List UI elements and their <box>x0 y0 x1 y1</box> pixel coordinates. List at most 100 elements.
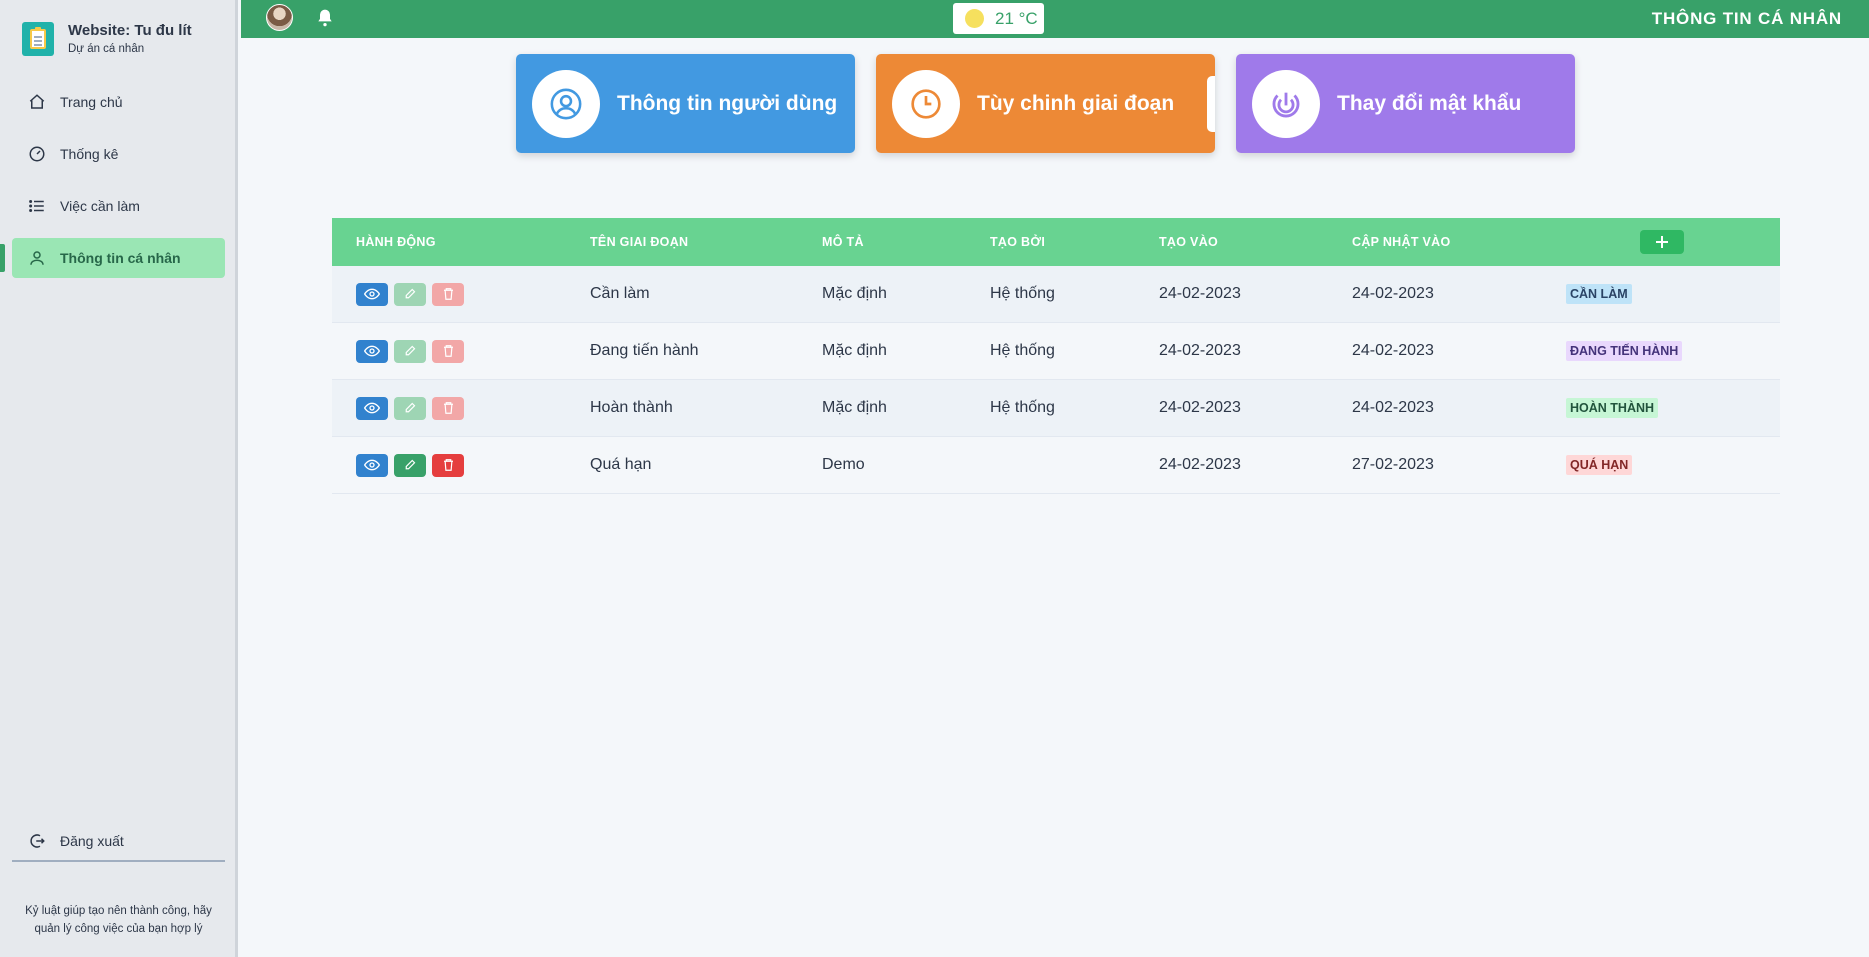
logout-button[interactable]: Đăng xuất <box>12 822 225 862</box>
home-icon <box>28 93 46 111</box>
row-actions <box>356 453 470 477</box>
sidebar-item-label: Trang chủ <box>60 94 123 110</box>
stage-name: Quá hạn <box>590 456 652 473</box>
clock-icon <box>892 69 960 138</box>
table-header: HÀNH ĐỘNG TÊN GIAI ĐOẠN MÔ TẢ TẠO BỞI TẠ… <box>332 218 1780 266</box>
sun-icon <box>965 9 984 28</box>
status-badge: HOÀN THÀNH <box>1566 398 1659 418</box>
view-button[interactable] <box>356 396 388 420</box>
eye-icon <box>364 345 380 357</box>
logout-label: Đăng xuất <box>60 833 124 849</box>
view-button[interactable] <box>356 339 388 363</box>
pencil-icon <box>405 288 416 299</box>
row-actions <box>356 396 470 420</box>
edit-button <box>394 339 426 363</box>
table-row: Hoàn thành Mặc định Hệ thống 24-02-2023 … <box>332 380 1780 437</box>
edit-button <box>394 396 426 420</box>
sidebar-item-stats[interactable]: Thống kê <box>12 134 225 174</box>
card-label: Thông tin người dùng <box>617 91 838 115</box>
logout-icon <box>28 832 46 850</box>
list-icon <box>28 197 46 215</box>
delete-button[interactable] <box>432 453 464 477</box>
sidebar-item-profile[interactable]: Thông tin cá nhân <box>0 238 225 278</box>
stage-name: Hoàn thành <box>590 399 673 416</box>
stage-description: Mặc định <box>822 399 887 416</box>
pencil-icon <box>405 459 416 470</box>
pencil-icon <box>405 402 416 413</box>
stage-description: Demo <box>822 456 865 473</box>
stages-table: HÀNH ĐỘNG TÊN GIAI ĐOẠN MÔ TẢ TẠO BỞI TẠ… <box>332 218 1780 494</box>
sidebar-item-home[interactable]: Trang chủ <box>12 82 225 122</box>
stage-updated-at: 27-02-2023 <box>1352 456 1434 473</box>
stage-description: Mặc định <box>822 342 887 359</box>
change-password-card[interactable]: Thay đổi mật khẩu <box>1236 54 1575 153</box>
eye-icon <box>364 402 380 414</box>
stage-created-by: Hệ thống <box>990 399 1055 416</box>
topbar: 21 °C THÔNG TIN CÁ NHÂN <box>241 0 1869 38</box>
temperature: 21 °C <box>995 8 1038 28</box>
table-row: Đang tiến hành Mặc định Hệ thống 24-02-2… <box>332 323 1780 380</box>
status-badge: CẦN LÀM <box>1566 284 1632 304</box>
sidebar-item-label: Việc cần làm <box>60 198 140 214</box>
sidebar-item-todo[interactable]: Việc cần làm <box>12 186 225 226</box>
stage-created-at: 24-02-2023 <box>1159 399 1241 416</box>
card-tab <box>1207 76 1215 132</box>
header-updated-at[interactable]: CẬP NHẬT VÀO <box>1352 235 1451 249</box>
stage-updated-at: 24-02-2023 <box>1352 399 1434 416</box>
card-label: Tùy chinh giai đoạn <box>977 91 1175 115</box>
fingerprint-icon <box>1252 69 1320 138</box>
status-badge: QUÁ HẠN <box>1566 455 1633 475</box>
stage-created-by: Hệ thống <box>990 342 1055 359</box>
view-button[interactable] <box>356 282 388 306</box>
eye-icon <box>364 288 380 300</box>
delete-button <box>432 396 464 420</box>
add-stage-button[interactable] <box>1640 230 1684 254</box>
stage-description: Mặc định <box>822 285 887 302</box>
user-info-card[interactable]: Thông tin người dùng <box>516 54 855 153</box>
user-circle-icon <box>532 69 600 138</box>
avatar[interactable] <box>266 4 293 31</box>
status-badge: ĐANG TIẾN HÀNH <box>1566 341 1683 361</box>
table-row: Cần làm Mặc định Hệ thống 24-02-2023 24-… <box>332 266 1780 323</box>
row-actions <box>356 282 470 306</box>
stage-created-at: 24-02-2023 <box>1159 342 1241 359</box>
header-name[interactable]: TÊN GIAI ĐOẠN <box>590 235 688 249</box>
user-icon <box>28 249 46 267</box>
brand-subtitle: Dự án cá nhân <box>68 43 145 55</box>
stage-name: Đang tiến hành <box>590 342 699 359</box>
stage-updated-at: 24-02-2023 <box>1352 342 1434 359</box>
header-actions: HÀNH ĐỘNG <box>356 235 436 249</box>
edit-button <box>394 282 426 306</box>
sidebar-item-label: Thống kê <box>60 146 119 162</box>
eye-icon <box>364 459 380 471</box>
brand[interactable]: Website: Tu đu lít Dự án cá nhân <box>22 22 192 56</box>
brand-title: Website: Tu đu lít <box>68 22 192 39</box>
row-actions <box>356 339 470 363</box>
bell-icon[interactable] <box>315 8 335 28</box>
stage-created-at: 24-02-2023 <box>1159 285 1241 302</box>
trash-icon <box>443 402 453 414</box>
stage-created-by: Hệ thống <box>990 285 1055 302</box>
stage-updated-at: 24-02-2023 <box>1352 285 1434 302</box>
trash-icon <box>443 459 453 471</box>
weather-widget: 21 °C <box>953 3 1044 34</box>
sidebar-item-label: Thông tin cá nhân <box>60 250 181 266</box>
pencil-icon <box>405 345 416 356</box>
sidebar: Website: Tu đu lít Dự án cá nhân Trang c… <box>0 0 238 957</box>
view-button[interactable] <box>356 453 388 477</box>
stage-created-at: 24-02-2023 <box>1159 456 1241 473</box>
stage-name: Cần làm <box>590 285 650 302</box>
page-title: THÔNG TIN CÁ NHÂN <box>1651 9 1842 28</box>
customize-stages-card[interactable]: Tùy chinh giai đoạn <box>876 54 1215 153</box>
table-row: Quá hạn Demo 24-02-2023 27-02-2023 QUÁ H… <box>332 437 1780 494</box>
header-created-at[interactable]: TẠO VÀO <box>1159 235 1218 249</box>
trash-icon <box>443 288 453 300</box>
clipboard-icon <box>22 22 54 56</box>
trash-icon <box>443 345 453 357</box>
card-label: Thay đổi mật khẩu <box>1337 91 1522 115</box>
plus-icon <box>1656 236 1668 248</box>
header-created-by[interactable]: TẠO BỞI <box>990 235 1045 249</box>
sidebar-quote: Kỷ luật giúp tạo nên thành công, hãy quả… <box>25 905 212 935</box>
edit-button[interactable] <box>394 453 426 477</box>
header-description[interactable]: MÔ TẢ <box>822 235 864 249</box>
